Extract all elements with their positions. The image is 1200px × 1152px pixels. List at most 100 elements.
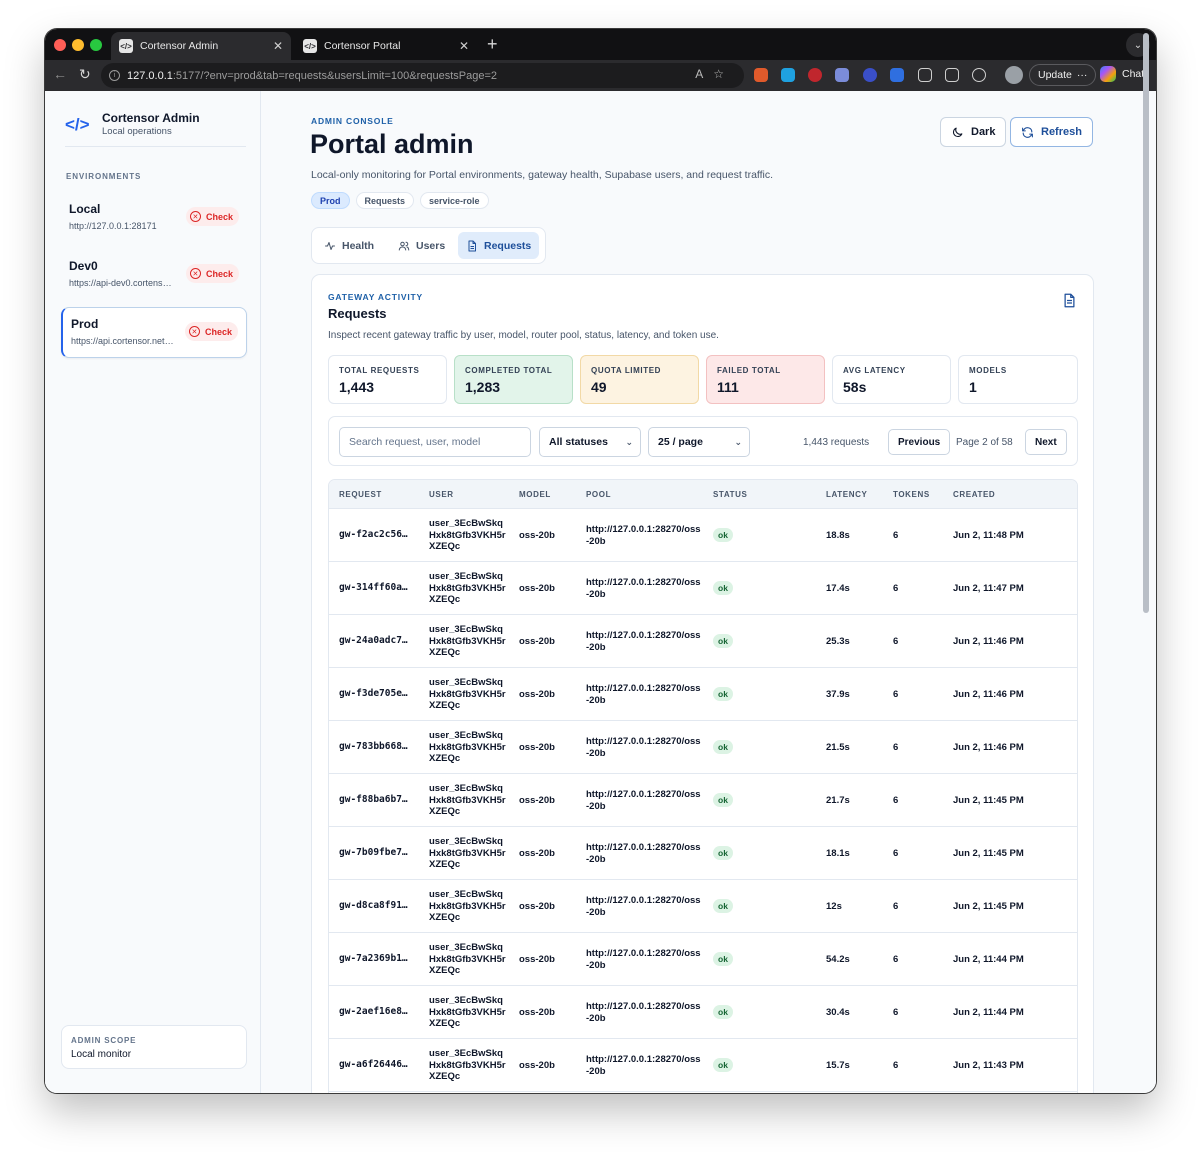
tab-health[interactable]: Health: [316, 232, 382, 259]
model-name: oss-20b: [519, 848, 555, 859]
request-id: gw-d8ca8f91…: [339, 900, 408, 911]
column-header[interactable]: LATENCY: [826, 490, 867, 499]
copilot-chat-button[interactable]: Chat: [1100, 66, 1144, 82]
site-info-icon[interactable]: i: [109, 70, 120, 81]
extension-icon[interactable]: [754, 68, 768, 82]
environment-card-prod[interactable]: Prod https://api.cortensor.network ✕ Che…: [61, 307, 247, 358]
tokens-value: 6: [893, 1007, 899, 1018]
created-time: Jun 2, 11:45 PM: [953, 795, 1024, 806]
update-button[interactable]: Update ···: [1029, 64, 1097, 86]
favorites-icon[interactable]: [945, 68, 959, 82]
user-id: user_3EcBwSkqHxk8tGfb3VKH5rXZEQc: [429, 836, 506, 870]
page-size-select[interactable]: 25 / page ⌄: [648, 427, 750, 457]
environment-card-local[interactable]: Local http://127.0.0.1:28171 ✕ Check: [61, 193, 247, 244]
panel-eyebrow: GATEWAY ACTIVITY: [328, 292, 423, 302]
dark-mode-button[interactable]: Dark: [940, 117, 1007, 147]
check-prod-button[interactable]: ✕ Check: [184, 322, 238, 341]
update-label: Update: [1038, 69, 1072, 81]
column-header[interactable]: TOKENS: [893, 490, 930, 499]
created-time: Jun 2, 11:45 PM: [953, 901, 1024, 912]
latency-value: 18.8s: [826, 530, 850, 541]
browser-tab-portal[interactable]: </> Cortensor Portal ✕: [295, 32, 477, 60]
table-row[interactable]: gw-f3de705e… user_3EcBwSkqHxk8tGfb3VKH5rX…: [329, 668, 1077, 721]
table-row[interactable]: gw-314ff60a… user_3EcBwSkqHxk8tGfb3VKH5rX…: [329, 562, 1077, 615]
minimize-window-button[interactable]: [72, 39, 84, 51]
tab-users[interactable]: Users: [390, 232, 453, 259]
stat-value: 49: [591, 379, 607, 395]
page-subtitle: Local-only monitoring for Portal environ…: [311, 169, 774, 181]
stat-label: AVG LATENCY: [843, 366, 906, 375]
model-name: oss-20b: [519, 901, 555, 912]
tokens-value: 6: [893, 689, 899, 700]
chat-label: Chat: [1122, 68, 1145, 80]
environment-url: https://api.cortensor.network: [71, 336, 176, 346]
table-row[interactable]: gw-24a0adc7… user_3EcBwSkqHxk8tGfb3VKH5rX…: [329, 615, 1077, 668]
next-page-button[interactable]: Next: [1025, 429, 1067, 455]
column-header[interactable]: CREATED: [953, 490, 995, 499]
check-local-button[interactable]: ✕ Check: [185, 207, 239, 226]
user-id: user_3EcBwSkqHxk8tGfb3VKH5rXZEQc: [429, 518, 506, 552]
table-row[interactable]: gw-7a2369b1… user_3EcBwSkqHxk8tGfb3VKH5rX…: [329, 933, 1077, 986]
puzzle-extensions-icon[interactable]: [918, 68, 932, 82]
extension-icon[interactable]: [890, 68, 904, 82]
extension-icon[interactable]: [835, 68, 849, 82]
table-row[interactable]: gw-783bb668… user_3EcBwSkqHxk8tGfb3VKH5rX…: [329, 721, 1077, 774]
chevron-down-icon: ⌄: [625, 437, 633, 447]
back-icon[interactable]: ←: [53, 66, 67, 82]
moon-icon: [952, 127, 963, 137]
close-tab-icon[interactable]: ✕: [459, 39, 469, 53]
check-dev0-button[interactable]: ✕ Check: [185, 264, 239, 283]
column-header[interactable]: POOL: [586, 490, 611, 499]
zoom-window-button[interactable]: [90, 39, 102, 51]
status-badge: ok: [713, 846, 733, 860]
column-header[interactable]: REQUEST: [339, 490, 382, 499]
address-bar[interactable]: i 127.0.0.1 :5177/?env=prod&tab=requests…: [101, 63, 744, 88]
x-circle-icon: ✕: [189, 268, 201, 279]
column-header[interactable]: USER: [429, 490, 454, 499]
status-select[interactable]: All statuses ⌄: [539, 427, 641, 457]
status-badge: ok: [713, 740, 733, 754]
page-scrollbar[interactable]: [1143, 33, 1149, 613]
filters-bar: Search request, user, model All statuses…: [328, 416, 1078, 466]
previous-page-button[interactable]: Previous: [888, 429, 951, 455]
panel-description: Inspect recent gateway traffic by user, …: [328, 330, 719, 341]
status-badge: ok: [713, 793, 733, 807]
close-window-button[interactable]: [54, 39, 66, 51]
extension-icon[interactable]: [808, 68, 822, 82]
pool-url: http://127.0.0.1:28270/oss-20b: [586, 524, 701, 547]
table-row[interactable]: gw-7b09fbe7… user_3EcBwSkqHxk8tGfb3VKH5rX…: [329, 827, 1077, 880]
stat-card: COMPLETED TOTAL 1,283: [454, 355, 573, 404]
request-count: 1,443 requests: [803, 437, 870, 448]
extension-icon[interactable]: [781, 68, 795, 82]
column-header[interactable]: STATUS: [713, 490, 747, 499]
table-row[interactable]: gw-d8ca8f91… user_3EcBwSkqHxk8tGfb3VKH5rX…: [329, 880, 1077, 933]
reload-icon[interactable]: ↻: [79, 66, 91, 83]
refresh-button[interactable]: Refresh: [1010, 117, 1093, 147]
tab-requests[interactable]: Requests: [458, 232, 540, 259]
browser-tab-title: Cortensor Portal: [324, 40, 401, 52]
table-row[interactable]: gw-f2ac2c56… user_3EcBwSkqHxk8tGfb3VKH5rX…: [329, 509, 1077, 562]
profile-avatar[interactable]: [1005, 66, 1023, 84]
new-tab-icon[interactable]: +: [487, 34, 498, 55]
request-id: gw-2aef16e8…: [339, 1006, 408, 1017]
extension-icon[interactable]: [863, 68, 877, 82]
column-header[interactable]: MODEL: [519, 490, 551, 499]
tokens-value: 6: [893, 1060, 899, 1071]
browser-essentials-icon[interactable]: [972, 68, 986, 82]
chevron-down-icon: ⌄: [734, 437, 742, 447]
search-input[interactable]: Search request, user, model: [339, 427, 531, 457]
table-row[interactable]: gw-a6f26446… user_3EcBwSkqHxk8tGfb3VKH5rX…: [329, 1039, 1077, 1092]
environments-heading: ENVIRONMENTS: [66, 172, 142, 181]
pool-url: http://127.0.0.1:28270/oss-20b: [586, 948, 701, 971]
table-row[interactable]: gw-f88ba6b7… user_3EcBwSkqHxk8tGfb3VKH5rX…: [329, 774, 1077, 827]
brand-subtitle: Local operations: [102, 126, 172, 137]
status-badge: ok: [713, 1005, 733, 1019]
status-badge: ok: [713, 899, 733, 913]
environment-card-dev0[interactable]: Dev0 https://api-dev0.cortensor.network …: [61, 250, 247, 301]
read-aloud-and-favorite-icons[interactable]: A☆: [695, 67, 734, 81]
browser-tab-admin[interactable]: </> Cortensor Admin ✕: [111, 32, 291, 60]
stat-card: AVG LATENCY 58s: [832, 355, 951, 404]
table-row[interactable]: gw-2aef16e8… user_3EcBwSkqHxk8tGfb3VKH5rX…: [329, 986, 1077, 1039]
close-tab-icon[interactable]: ✕: [273, 39, 283, 53]
browser-toolbar: ← ↻ i 127.0.0.1 :5177/?env=prod&tab=requ…: [45, 60, 1156, 91]
